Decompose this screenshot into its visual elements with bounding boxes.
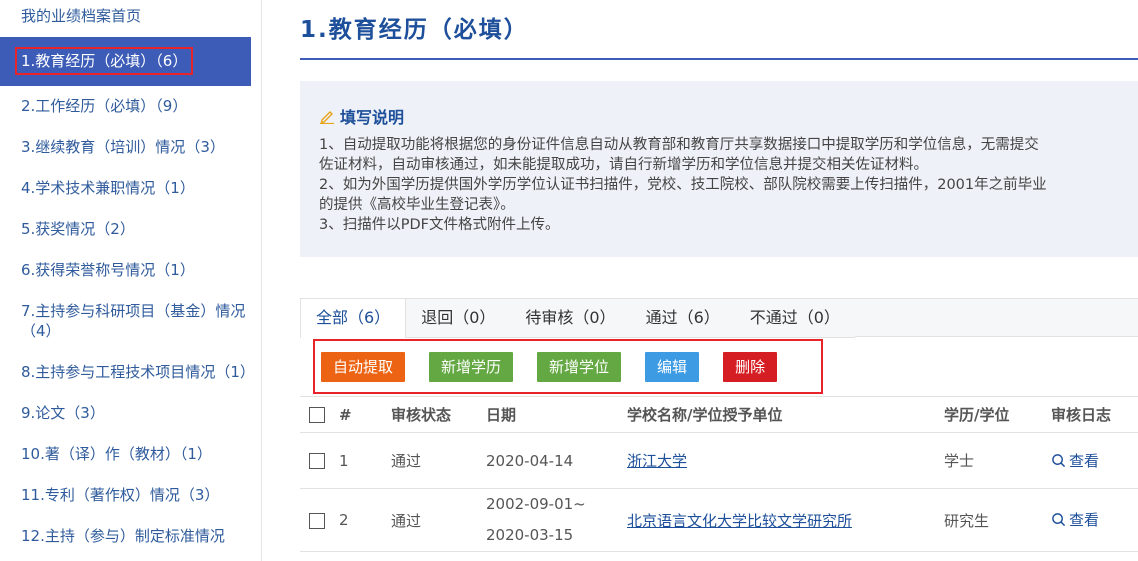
edit-button[interactable]: 编辑 — [645, 351, 700, 382]
row-status: 通过 — [391, 488, 486, 552]
row-log-cell: 查看 — [1051, 488, 1138, 552]
row-school-cell: 北京语言文化大学比较文学研究所 — [627, 488, 944, 552]
select-all-cell — [300, 396, 339, 433]
add-diploma-button[interactable]: 新增学位 — [537, 351, 622, 382]
notice-line: 1、自动提取功能将根据您的身份证件信息自动从教育部和教育厅共享数据接口中提取学历… — [319, 137, 1039, 153]
sidebar-item-academic-post[interactable]: 4.学术技术兼职情况（1） — [0, 168, 261, 209]
sidebar-item-papers[interactable]: 9.论文（3） — [0, 393, 261, 434]
row-school-cell: 浙江大学 — [627, 432, 944, 489]
auto-extract-button[interactable]: 自动提取 — [321, 351, 406, 382]
notice-header: 填写说明 — [319, 104, 1120, 128]
row-date-cell: 2002-09-01~ 2020-03-15 — [486, 488, 627, 552]
education-table: # 审核状态 日期 学校名称/学位授予单位 学历/学位 审核日志 1 通过 20… — [300, 396, 1138, 552]
sidebar-item-work[interactable]: 2.工作经历（必填）（9） — [0, 86, 261, 127]
sidebar-item-home[interactable]: 我的业绩档案首页 — [0, 0, 261, 37]
action-toolbar: 自动提取 新增学历 新增学位 编辑 删除 — [313, 339, 823, 394]
col-status: 审核状态 — [391, 396, 486, 433]
school-link[interactable]: 北京语言文化大学比较文学研究所 — [627, 512, 852, 530]
tab-approved[interactable]: 通过（6） — [630, 299, 735, 338]
sidebar-item-standards[interactable]: 12.主持（参与）制定标准情况 — [0, 516, 261, 557]
row-level: 学士 — [944, 432, 1051, 489]
search-icon — [1052, 453, 1066, 467]
tab-pending[interactable]: 待审核（0） — [510, 299, 631, 338]
row-checkbox[interactable] — [309, 453, 325, 469]
table-row: 1 通过 2020-04-14 浙江大学 学士 查看 — [300, 432, 1138, 489]
notice-box: 填写说明 1、自动提取功能将根据您的身份证件信息自动从教育部和教育厅共享数据接口… — [300, 81, 1138, 257]
main-content: 1.教育经历（必填） 填写说明 1、自动提取功能将根据您的身份证件信息自动从教育… — [300, 0, 1138, 561]
row-index: 2 — [339, 488, 391, 552]
sidebar-item-books[interactable]: 10.著（译）作（教材）（1） — [0, 434, 261, 475]
sidebar-item-honors[interactable]: 6.获得荣誉称号情况（1） — [0, 250, 261, 291]
view-log-link[interactable]: 查看 — [1051, 450, 1099, 471]
view-log-link[interactable]: 查看 — [1051, 509, 1099, 530]
col-index: # — [339, 396, 391, 433]
tab-rejected[interactable]: 不通过（0） — [734, 299, 855, 338]
row-checkbox[interactable] — [309, 512, 325, 529]
status-tabs: 全部（6） 退回（0） 待审核（0） 通过（6） 不通过（0） — [300, 298, 1138, 338]
tab-bar-fill — [854, 299, 1138, 337]
view-log-label: 查看 — [1069, 451, 1100, 470]
notice-line: 2、如为外国学历提供国外学历学位认证书扫描件，党校、技工院校、部队院校需要上传扫… — [319, 177, 1047, 193]
select-all-checkbox[interactable] — [309, 407, 325, 423]
sidebar-item-research[interactable]: 7.主持参与科研项目（基金）情况（4） — [0, 291, 261, 352]
row-level: 研究生 — [944, 488, 1051, 552]
school-link[interactable]: 浙江大学 — [627, 452, 687, 470]
page-title: 1.教育经历（必填） — [300, 17, 529, 43]
row-index: 1 — [339, 432, 391, 489]
col-school: 学校名称/学位授予单位 — [627, 396, 944, 433]
title-divider — [300, 58, 1138, 60]
table-row: 2 通过 2002-09-01~ 2020-03-15 北京语言文化大学比较文学… — [300, 488, 1138, 552]
row-log-cell: 查看 — [1051, 432, 1138, 489]
notice-line: 佐证材料，自动审核通过，如未能提取成功，请自行新增学历和学位信息并提交相关佐证材… — [319, 157, 928, 173]
col-level: 学历/学位 — [944, 396, 1051, 433]
col-log: 审核日志 — [1051, 396, 1138, 433]
row-date-end: 2020-03-15 — [486, 526, 574, 544]
sidebar-item-label: 1.教育经历（必填）（6） — [15, 47, 194, 75]
row-select-cell — [300, 488, 339, 552]
pencil-icon — [320, 111, 334, 124]
col-date: 日期 — [486, 396, 627, 433]
sidebar-item-education[interactable]: 1.教育经历（必填）（6） — [0, 37, 251, 86]
add-degree-button[interactable]: 新增学历 — [429, 351, 514, 382]
tab-all[interactable]: 全部（6） — [300, 299, 407, 338]
sidebar-item-patents[interactable]: 11.专利（著作权）情况（3） — [0, 475, 261, 516]
notice-line: 的提供《高校毕业生登记表》。 — [319, 197, 515, 213]
row-date-start: 2002-09-01~ — [486, 495, 586, 513]
search-icon — [1052, 513, 1066, 527]
delete-button[interactable]: 删除 — [723, 351, 778, 382]
sidebar-item-training[interactable]: 3.继续教育（培训）情况（3） — [0, 127, 261, 168]
sidebar: 我的业绩档案首页 1.教育经历（必填）（6） 2.工作经历（必填）（9） 3.继… — [0, 0, 262, 561]
row-select-cell — [300, 432, 339, 489]
sidebar-item-engineering[interactable]: 8.主持参与工程技术项目情况（1） — [0, 352, 261, 393]
view-log-label: 查看 — [1069, 511, 1100, 529]
tab-returned[interactable]: 退回（0） — [406, 299, 511, 338]
row-date: 2020-04-14 — [486, 432, 627, 489]
table-header-row: # 审核状态 日期 学校名称/学位授予单位 学历/学位 审核日志 — [300, 396, 1138, 433]
row-status: 通过 — [391, 432, 486, 489]
notice-heading: 填写说明 — [340, 108, 405, 127]
sidebar-item-awards[interactable]: 5.获奖情况（2） — [0, 209, 261, 250]
notice-line: 3、扫描件以PDF文件格式附件上传。 — [319, 217, 560, 233]
